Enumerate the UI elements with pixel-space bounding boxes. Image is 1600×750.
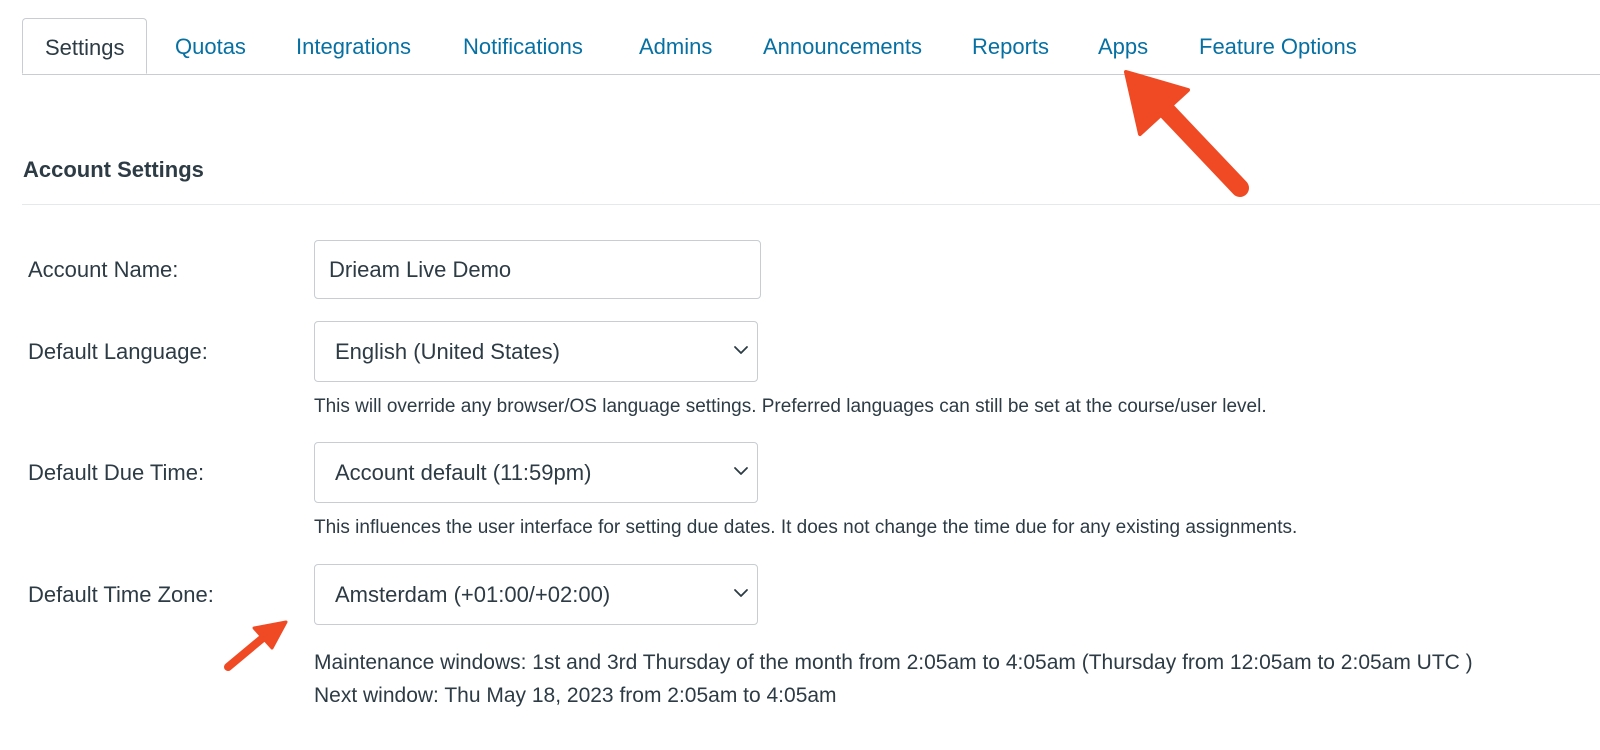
tab-feature-options[interactable]: Feature Options	[1199, 18, 1357, 74]
tab-integrations[interactable]: Integrations	[296, 18, 411, 74]
tab-quotas[interactable]: Quotas	[175, 18, 246, 74]
default-time-zone-value: Amsterdam (+01:00/+02:00)	[335, 582, 611, 607]
chevron-down-icon	[734, 589, 748, 597]
account-name-input[interactable]	[314, 240, 761, 299]
annotation-overlay	[224, 70, 1249, 671]
default-due-time-label: Default Due Time:	[28, 460, 205, 485]
maintenance-windows-text: Maintenance windows: 1st and 3rd Thursda…	[314, 651, 1473, 674]
tab-settings[interactable]: Settings	[22, 18, 147, 74]
next-window-text: Next window: Thu May 18, 2023 from 2:05a…	[314, 684, 837, 707]
account-name-label: Account Name:	[28, 257, 179, 282]
section-divider	[22, 204, 1600, 205]
chevron-down-icon	[734, 467, 748, 475]
default-due-time-hint: This influences the user interface for s…	[314, 517, 1298, 538]
tab-apps[interactable]: Apps	[1098, 18, 1148, 74]
tab-reports[interactable]: Reports	[972, 18, 1049, 74]
default-language-label: Default Language:	[28, 339, 208, 364]
chevron-down-icon	[734, 346, 748, 354]
tab-admins[interactable]: Admins	[639, 18, 712, 74]
default-time-zone-label: Default Time Zone:	[28, 582, 214, 607]
default-due-time-select[interactable]: Account default (11:59pm)	[314, 442, 758, 503]
arrow-annotation-icon	[1124, 70, 1249, 197]
tab-announcements[interactable]: Announcements	[763, 18, 922, 74]
tab-notifications[interactable]: Notifications	[463, 18, 583, 74]
tab-bar: Settings Quotas Integrations Notificatio…	[0, 18, 1600, 75]
section-title: Account Settings	[23, 157, 204, 182]
default-due-time-value: Account default (11:59pm)	[335, 460, 592, 485]
tab-bar-divider	[22, 74, 1600, 75]
default-time-zone-select[interactable]: Amsterdam (+01:00/+02:00)	[314, 564, 758, 625]
default-language-hint: This will override any browser/OS langua…	[314, 396, 1267, 417]
default-language-value: English (United States)	[335, 339, 560, 364]
default-language-select[interactable]: English (United States)	[314, 321, 758, 382]
arrow-annotation-icon	[224, 620, 288, 671]
